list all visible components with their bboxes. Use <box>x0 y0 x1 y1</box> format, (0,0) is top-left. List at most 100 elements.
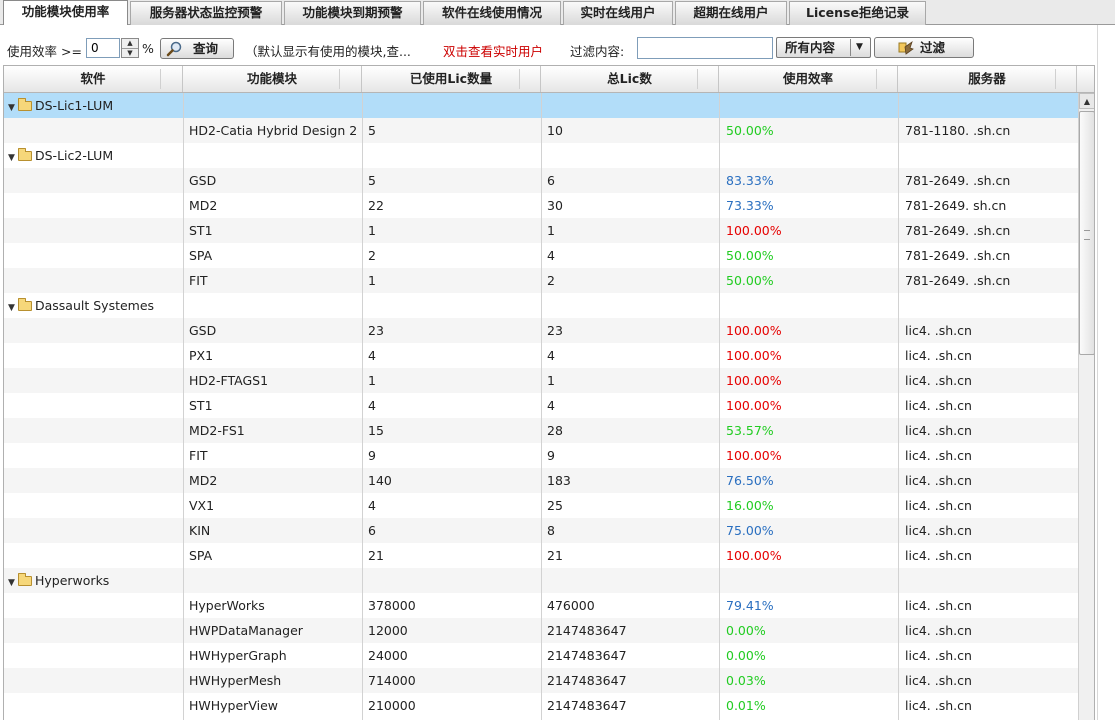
tab-license-denied[interactable]: License拒绝记录 <box>789 1 926 25</box>
server-cell: lic4. .sh.cn <box>905 623 972 638</box>
column-header-efficiency[interactable]: 使用效率 <box>719 66 898 92</box>
server-cell: 781-2649. .sh.cn <box>905 273 1011 288</box>
chevron-down-icon[interactable]: ▼ <box>856 38 863 57</box>
triangle-down-icon[interactable]: ▼ <box>8 571 18 593</box>
total-cell: 2147483647 <box>547 673 627 688</box>
eff-cell: 50.00% <box>726 273 774 288</box>
eff-cell: 16.00% <box>726 498 774 513</box>
column-header-module[interactable]: 功能模块 <box>183 66 362 92</box>
used-cell: 1 <box>368 223 376 238</box>
column-resizer[interactable] <box>697 69 698 89</box>
module-cell: VX1 <box>189 498 215 513</box>
module-cell: HWPDataManager <box>189 623 303 638</box>
server-cell: lic4. .sh.cn <box>905 473 972 488</box>
eff-cell: 50.00% <box>726 123 774 138</box>
column-resizer[interactable] <box>876 69 877 89</box>
stepper-up-icon[interactable]: ▲ <box>122 39 138 49</box>
column-header-used[interactable]: 已使用Lic数量 <box>362 66 541 92</box>
used-cell: 24000 <box>368 648 408 663</box>
efficiency-input[interactable] <box>86 38 120 58</box>
triangle-down-icon[interactable]: ▼ <box>8 146 18 168</box>
search-icon <box>166 41 182 57</box>
group-cell[interactable]: ▼ Hyperworks <box>6 568 182 593</box>
group-cell[interactable]: ▼ Dassault Systemes <box>6 293 182 318</box>
module-cell: FIT <box>189 273 208 288</box>
triangle-down-icon[interactable]: ▼ <box>8 296 18 318</box>
module-cell: MD2-FS1 <box>189 423 245 438</box>
tab-module-expiry[interactable]: 功能模块到期预警 <box>284 1 421 25</box>
eff-cell: 0.00% <box>726 648 766 663</box>
grid-scrollbar[interactable]: ▲ <box>1078 93 1094 720</box>
module-cell: SPA <box>189 248 213 263</box>
query-button[interactable]: 查询 <box>160 38 234 59</box>
column-resizer[interactable] <box>1055 69 1056 89</box>
server-cell: lic4. .sh.cn <box>905 523 972 538</box>
total-cell: 8 <box>547 523 555 538</box>
total-cell: 4 <box>547 398 555 413</box>
scrollbar-thumb[interactable] <box>1079 111 1094 355</box>
stepper-down-icon[interactable]: ▼ <box>122 49 138 58</box>
total-cell: 21 <box>547 548 563 563</box>
server-cell: lic4. .sh.cn <box>905 423 972 438</box>
used-cell: 140 <box>368 473 392 488</box>
total-cell: 1 <box>547 223 555 238</box>
select-divider <box>850 39 851 56</box>
tab-server-monitor[interactable]: 服务器状态监控预警 <box>130 1 282 25</box>
used-cell: 714000 <box>368 673 416 688</box>
efficiency-stepper[interactable]: ▲ ▼ <box>121 38 139 58</box>
used-cell: 4 <box>368 348 376 363</box>
module-cell: ST1 <box>189 223 213 238</box>
column-header-total[interactable]: 总Lic数 <box>541 66 719 92</box>
eff-cell: 0.01% <box>726 698 766 713</box>
column-header-software[interactable]: 软件 <box>4 66 183 92</box>
used-cell: 378000 <box>368 598 416 613</box>
tab-module-usage[interactable]: 功能模块使用率 <box>3 0 128 25</box>
scroll-up-icon[interactable]: ▲ <box>1079 93 1094 109</box>
column-divider <box>183 93 184 720</box>
column-resizer[interactable] <box>519 69 520 89</box>
column-divider <box>719 93 720 720</box>
total-cell: 2147483647 <box>547 698 627 713</box>
total-cell: 28 <box>547 423 563 438</box>
total-cell: 30 <box>547 198 563 213</box>
filter-input[interactable] <box>637 37 773 59</box>
server-cell: lic4. .sh.cn <box>905 373 972 388</box>
tab-software-online[interactable]: 软件在线使用情况 <box>423 1 561 25</box>
server-cell: 781-2649. .sh.cn <box>905 223 1011 238</box>
used-cell: 5 <box>368 173 376 188</box>
page-scrollbar[interactable] <box>1097 25 1115 720</box>
used-cell: 4 <box>368 498 376 513</box>
tab-realtime-users[interactable]: 实时在线用户 <box>563 1 673 25</box>
eff-cell: 100.00% <box>726 548 782 563</box>
total-cell: 2147483647 <box>547 648 627 663</box>
folder-icon <box>18 573 32 586</box>
column-divider <box>898 93 899 720</box>
filter-button[interactable]: 过滤 <box>874 37 974 58</box>
tab-overdue-users[interactable]: 超期在线用户 <box>675 1 787 25</box>
eff-cell: 100.00% <box>726 223 782 238</box>
eff-cell: 79.41% <box>726 598 774 613</box>
module-cell: GSD <box>189 173 217 188</box>
eff-cell: 0.03% <box>726 673 766 688</box>
scope-select[interactable]: 所有内容 ▼ <box>776 37 871 58</box>
column-header-server[interactable]: 服务器 <box>898 66 1077 92</box>
total-cell: 10 <box>547 123 563 138</box>
folder-icon <box>18 98 32 111</box>
default-hint: （默认显示有使用的模块,查... <box>245 44 411 59</box>
folder-icon <box>18 298 32 311</box>
module-cell: GSD <box>189 323 217 338</box>
eff-cell: 100.00% <box>726 323 782 338</box>
server-cell: lic4. .sh.cn <box>905 598 972 613</box>
eff-cell: 100.00% <box>726 448 782 463</box>
used-cell: 5 <box>368 123 376 138</box>
column-resizer[interactable] <box>339 69 340 89</box>
triangle-down-icon[interactable]: ▼ <box>8 96 18 118</box>
server-cell: lic4. .sh.cn <box>905 648 972 663</box>
total-cell: 183 <box>547 473 571 488</box>
group-cell[interactable]: ▼ DS-Lic1-LUM <box>6 93 182 118</box>
group-cell[interactable]: ▼ DS-Lic2-LUM <box>6 143 182 168</box>
column-divider <box>362 93 363 720</box>
query-button-label: 查询 <box>193 41 219 56</box>
total-cell: 25 <box>547 498 563 513</box>
column-resizer[interactable] <box>160 69 161 89</box>
